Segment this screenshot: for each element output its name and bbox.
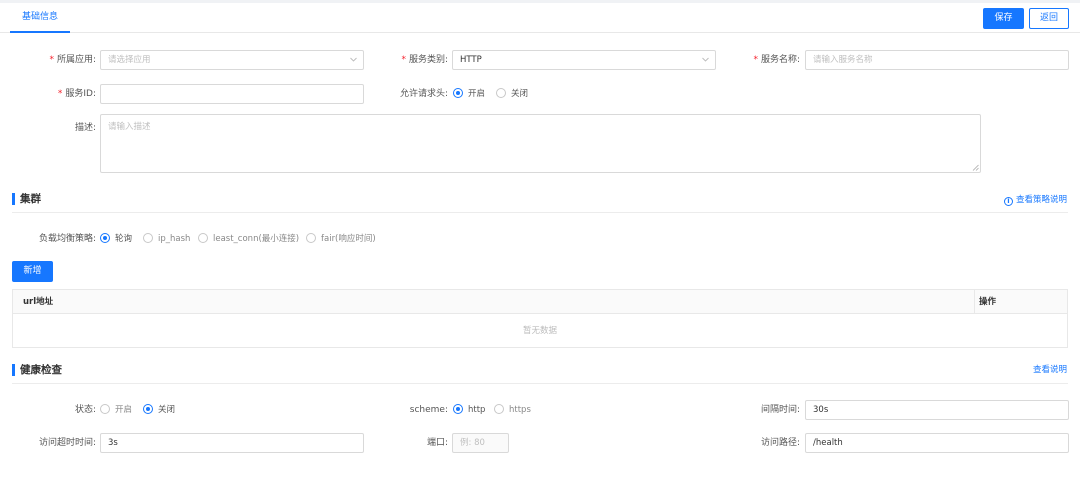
port-input[interactable]: 例: 80 bbox=[452, 433, 509, 453]
health-section-title: 健康检查 bbox=[12, 363, 62, 377]
required-mark: * bbox=[753, 55, 758, 65]
radio-label: 开启 bbox=[115, 405, 133, 415]
service-id-label-text: 服务ID: bbox=[65, 89, 96, 99]
column-divider bbox=[974, 290, 975, 314]
scheme-radio-http[interactable]: http bbox=[453, 403, 485, 417]
url-table: url地址 操作 暂无数据 bbox=[12, 289, 1068, 348]
back-button[interactable]: 返回 bbox=[1029, 8, 1069, 29]
required-mark: * bbox=[57, 89, 63, 99]
description-label: 描述: bbox=[74, 123, 96, 133]
service-type-label-text: 服务类别: bbox=[408, 55, 448, 65]
table-empty-text: 暂无数据 bbox=[522, 326, 557, 336]
info-circle-icon: i bbox=[1004, 197, 1013, 206]
section-divider bbox=[12, 212, 1068, 213]
interval-input[interactable]: 30s bbox=[805, 400, 1069, 420]
strategy-radio-fair[interactable]: fair(响应时间) bbox=[306, 232, 376, 246]
scheme-radio-https[interactable]: https bbox=[494, 403, 531, 417]
service-type-select[interactable]: HTTP bbox=[452, 50, 716, 70]
radio-label: least_conn(最小连接) bbox=[213, 234, 300, 244]
section-divider bbox=[12, 383, 1068, 384]
service-name-input[interactable]: 请输入服务名称 bbox=[805, 50, 1069, 70]
table-header: url地址 操作 bbox=[13, 290, 1067, 314]
path-label: 访问路径: bbox=[760, 438, 800, 448]
allow-header-label: 允许请求头: bbox=[399, 89, 448, 99]
radio-label: http bbox=[468, 405, 486, 415]
description-textarea[interactable]: 请输入描述 bbox=[100, 114, 981, 173]
cluster-section-title: 集群 bbox=[12, 192, 41, 206]
radio-label: 关闭 bbox=[158, 405, 176, 415]
radio-dot bbox=[100, 233, 110, 243]
timeout-label: 访问超时时间: bbox=[38, 438, 96, 448]
service-id-label: * 服务ID: bbox=[20, 84, 96, 104]
radio-dot bbox=[494, 404, 504, 414]
radio-label: 关闭 bbox=[511, 89, 529, 99]
service-name-label-text: 服务名称: bbox=[760, 55, 800, 65]
service-name-label: * 服务名称: bbox=[722, 50, 800, 70]
status-radio-on[interactable]: 开启 bbox=[100, 403, 132, 417]
strategy-help-link[interactable]: i 查看策略说明 bbox=[1004, 194, 1067, 206]
radio-label: 轮询 bbox=[115, 234, 133, 244]
interval-label: 间隔时间: bbox=[760, 405, 800, 415]
save-button[interactable]: 保存 bbox=[983, 8, 1024, 29]
port-label: 端口: bbox=[426, 438, 448, 448]
chevron-down-icon bbox=[702, 56, 709, 63]
column-header-actions: 操作 bbox=[979, 297, 997, 307]
description-placeholder: 请输入描述 bbox=[108, 122, 151, 132]
status-radio-off[interactable]: 关闭 bbox=[143, 403, 175, 417]
strategy-radio-round-robin[interactable]: 轮询 bbox=[100, 232, 132, 246]
strategy-help-link-text: 查看策略说明 bbox=[1016, 195, 1068, 205]
app-select-placeholder: 请选择应用 bbox=[108, 55, 151, 65]
required-mark: * bbox=[401, 55, 406, 65]
column-header-url: url地址 bbox=[23, 297, 54, 307]
app-select[interactable]: 请选择应用 bbox=[100, 50, 364, 70]
strategy-radio-least-conn[interactable]: least_conn(最小连接) bbox=[198, 232, 299, 246]
tab-bar: 基础信息 bbox=[0, 3, 1080, 33]
radio-dot bbox=[143, 233, 153, 243]
strategy-radio-ip-hash[interactable]: ip_hash bbox=[143, 232, 190, 246]
service-type-value: HTTP bbox=[460, 55, 482, 65]
service-edit-page: 基础信息 保存 返回 * 所属应用: 请选择应用 * 服务类别: HTTP * 服务名… bbox=[0, 0, 1080, 482]
required-mark: * bbox=[49, 55, 54, 65]
resize-grip-icon[interactable] bbox=[972, 164, 979, 171]
strategy-label: 负载均衡策略: bbox=[38, 234, 96, 244]
app-label-text: 所属应用: bbox=[56, 55, 96, 65]
radio-label: fair(响应时间) bbox=[321, 234, 376, 244]
path-input[interactable]: /health bbox=[805, 433, 1069, 453]
radio-dot bbox=[496, 88, 506, 98]
add-url-button[interactable]: 新增 bbox=[12, 261, 53, 282]
radio-dot bbox=[453, 88, 463, 98]
service-id-input[interactable] bbox=[100, 84, 364, 104]
allow-header-radio-off[interactable]: 关闭 bbox=[496, 87, 528, 101]
radio-dot bbox=[453, 404, 463, 414]
radio-dot bbox=[143, 404, 153, 414]
allow-header-radio-on[interactable]: 开启 bbox=[453, 87, 485, 101]
timeout-input[interactable]: 3s bbox=[100, 433, 364, 453]
radio-dot bbox=[100, 404, 110, 414]
app-label: * 所属应用: bbox=[20, 50, 96, 70]
radio-dot bbox=[198, 233, 208, 243]
tab-basic-info[interactable]: 基础信息 bbox=[10, 3, 71, 33]
radio-label: 开启 bbox=[468, 89, 486, 99]
chevron-down-icon bbox=[350, 56, 357, 63]
scheme-label: scheme: bbox=[409, 405, 448, 415]
status-label: 状态: bbox=[74, 405, 96, 415]
radio-dot bbox=[306, 233, 316, 243]
radio-label: ip_hash bbox=[158, 234, 191, 244]
service-type-label: * 服务类别: bbox=[370, 50, 448, 70]
radio-label: https bbox=[509, 405, 531, 415]
health-help-link[interactable]: 查看说明 bbox=[1033, 364, 1067, 376]
